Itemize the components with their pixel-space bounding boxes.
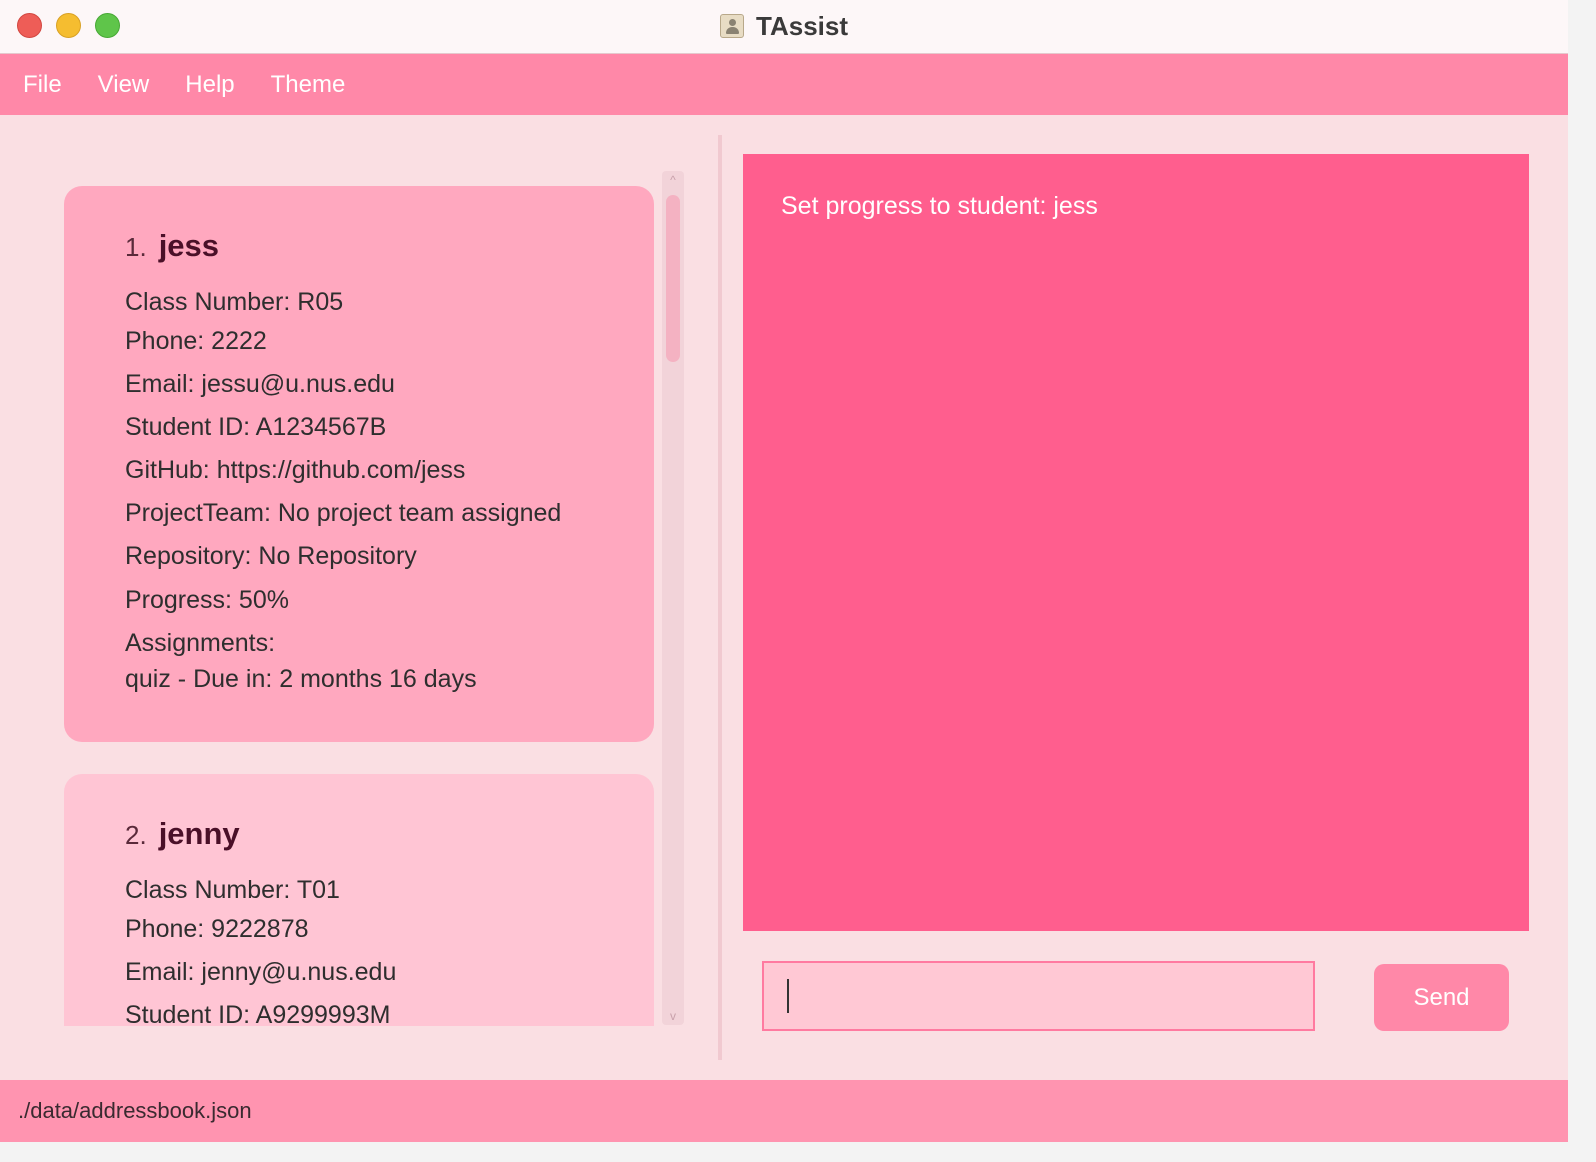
scroll-up-icon[interactable]: ^ <box>662 173 684 187</box>
title-bar: TAssist <box>0 0 1568 54</box>
menu-theme[interactable]: Theme <box>253 71 364 99</box>
student-assignments-label: Assignments: <box>125 629 276 657</box>
scroll-thumb[interactable] <box>666 195 680 362</box>
status-bar: ./data/addressbook.json <box>0 1080 1568 1142</box>
menu-help[interactable]: Help <box>167 71 252 99</box>
student-name: jess <box>158 228 220 263</box>
student-repository: Repository: No Repository <box>125 542 417 570</box>
menu-bar: File View Help Theme <box>0 54 1568 115</box>
send-button[interactable]: Send <box>1374 964 1509 1031</box>
student-progress: Progress: 50% <box>125 586 289 614</box>
student-id: Student ID: A9299993M <box>125 1001 391 1026</box>
student-name: jenny <box>158 816 240 851</box>
list-scrollbar[interactable]: ^ v <box>662 171 684 1025</box>
student-class-number: Class Number: R05 <box>125 288 344 316</box>
student-id: Student ID: A1234567B <box>125 413 387 441</box>
student-assignment: quiz - Due in: 2 months 16 days <box>125 665 477 693</box>
student-class-number: Class Number: T01 <box>125 876 340 904</box>
command-input[interactable] <box>762 961 1315 1031</box>
student-index: 2. <box>125 820 147 850</box>
save-file-path: ./data/addressbook.json <box>18 1098 252 1123</box>
student-email: Email: jessu@u.nus.edu <box>125 370 395 398</box>
address-book-icon <box>720 14 744 38</box>
student-list: 1. jess Class Number: R05 Phone: 2222 Em… <box>64 186 656 1026</box>
student-card[interactable]: 1. jess Class Number: R05 Phone: 2222 Em… <box>64 186 654 742</box>
student-project-team: ProjectTeam: No project team assigned <box>125 499 562 527</box>
menu-file[interactable]: File <box>5 71 80 99</box>
student-github: GitHub: https://github.com/jess <box>125 456 466 484</box>
app-window: TAssist File View Help Theme 1. jess Cla… <box>0 0 1568 1142</box>
student-phone: Phone: 9222878 <box>125 915 309 943</box>
window-title: TAssist <box>756 10 848 41</box>
student-card-header: 1. jess <box>125 228 219 264</box>
student-list-panel: 1. jess Class Number: R05 Phone: 2222 Em… <box>0 115 720 1080</box>
student-phone: Phone: 2222 <box>125 327 267 355</box>
menu-view[interactable]: View <box>80 71 168 99</box>
student-card[interactable]: 2. jenny Class Number: T01 Phone: 922287… <box>64 774 654 1026</box>
result-message: Set progress to student: jess <box>781 192 1098 220</box>
student-email: Email: jenny@u.nus.edu <box>125 958 397 986</box>
title-group: TAssist <box>0 8 1568 44</box>
split-pane-divider[interactable] <box>718 135 722 1060</box>
result-display: Set progress to student: jess <box>743 154 1529 931</box>
text-caret <box>787 979 789 1013</box>
student-card-header: 2. jenny <box>125 816 240 852</box>
scroll-down-icon[interactable]: v <box>662 1009 684 1023</box>
student-index: 1. <box>125 232 147 262</box>
